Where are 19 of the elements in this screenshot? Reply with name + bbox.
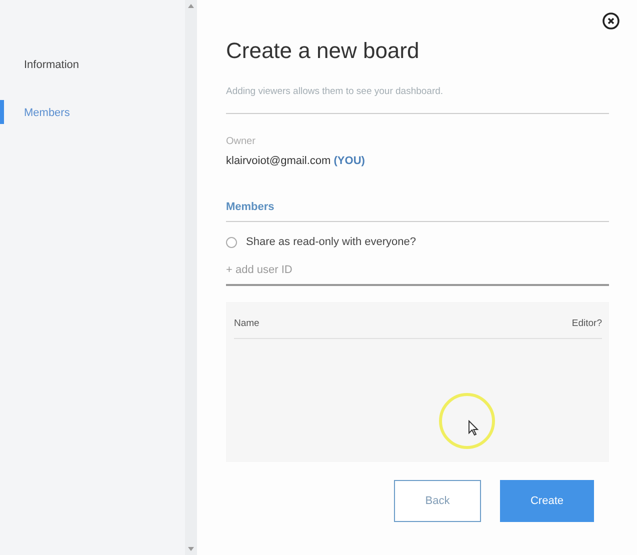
dialog-subtitle: Adding viewers allows them to see your dashboard. [226, 86, 444, 97]
scroll-down-icon[interactable] [188, 547, 194, 551]
create-button[interactable]: Create [500, 480, 594, 522]
sidebar-item[interactable]: Information [0, 52, 185, 76]
cursor-icon [468, 420, 479, 436]
add-user-field[interactable]: + add user ID [226, 262, 609, 286]
owner-tag: (YOU) [334, 155, 365, 167]
owner-email: klairvoiot@gmail.com [226, 155, 331, 167]
column-header: Name [234, 318, 260, 329]
back-button[interactable]: Back [394, 480, 481, 522]
scrollbar[interactable] [185, 0, 197, 555]
owner-label: Owner [226, 136, 256, 147]
share-option-label: Share as read-only with everyone? [246, 236, 416, 248]
scroll-up-icon[interactable] [188, 4, 194, 8]
share-radio[interactable] [226, 236, 237, 248]
dialog-title: Create a new board [226, 38, 420, 64]
column-header: Editor? [572, 318, 602, 329]
members-heading: Members [226, 201, 276, 213]
close-icon[interactable] [602, 12, 620, 30]
